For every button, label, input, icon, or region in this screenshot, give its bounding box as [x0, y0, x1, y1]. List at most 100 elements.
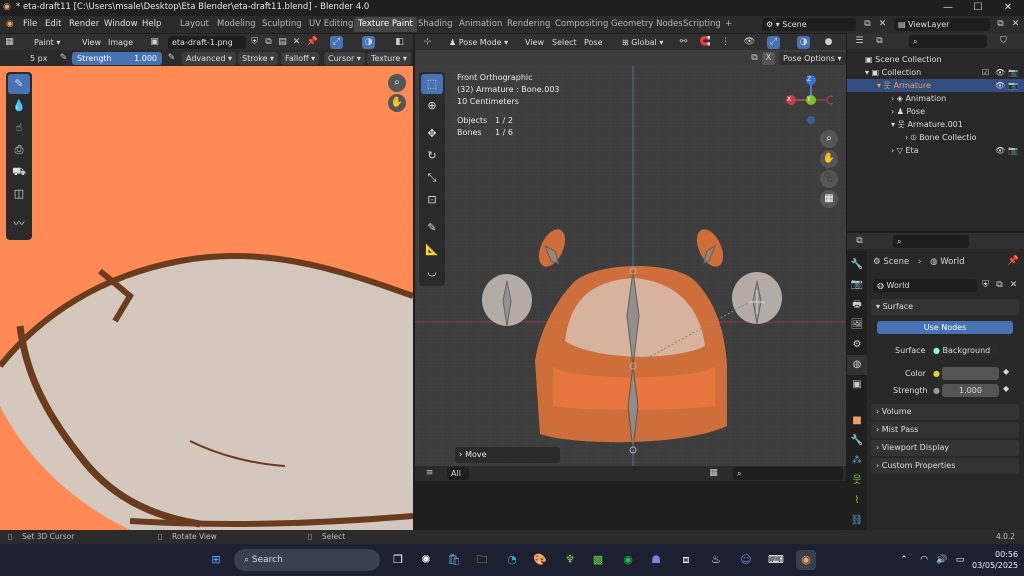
tab-geometry-nodes[interactable]: Geometry Nodes — [607, 17, 687, 32]
close-button[interactable]: ✕ — [996, 0, 1020, 16]
new-image-icon[interactable]: ⧉ — [262, 36, 275, 49]
eta-camera-icon[interactable]: 📷 — [1008, 144, 1018, 157]
view-layer-selector[interactable]: ▤ ViewLayer — [894, 18, 990, 31]
viewport-display-panel[interactable]: › Viewport Display — [871, 440, 1019, 456]
draw-brush-icon[interactable]: ✎ — [8, 74, 30, 94]
volume-panel[interactable]: › Volume — [871, 404, 1019, 420]
delete-view-layer-icon[interactable]: ✕ — [1009, 18, 1022, 31]
modifier-tab-icon[interactable]: 🔧 — [847, 431, 867, 451]
menu-edit[interactable]: Edit — [45, 16, 61, 33]
teams-icon[interactable]: ☗ — [646, 550, 666, 570]
krita-icon[interactable]: ♆ — [560, 550, 580, 570]
world-selector[interactable]: ◍ World — [873, 279, 977, 292]
outliner-collection[interactable]: ▾ ▣ Collection ☑ 👁 📷 — [847, 66, 1024, 79]
clock[interactable]: 00:56 03/05/2025 — [972, 549, 1018, 571]
visibility-icon[interactable]: 👁 — [743, 36, 756, 49]
camera-view-icon[interactable]: 🎥 — [820, 170, 838, 188]
outliner-pose[interactable]: › ♟ Pose — [847, 105, 1024, 118]
transform-affect-icon[interactable]: ⧉ — [748, 52, 761, 65]
discord-icon[interactable]: ☺ — [736, 550, 756, 570]
outliner-animation[interactable]: › ◈ Animation — [847, 92, 1024, 105]
outliner-eta[interactable]: › ▽ Eta 👁 📷 — [847, 144, 1024, 157]
wifi-icon[interactable]: ◠ — [914, 550, 934, 570]
viewport-pan-icon[interactable]: ✋ — [820, 150, 838, 168]
rotate-tool-icon[interactable]: ↻ — [421, 146, 443, 166]
output-tab-icon[interactable]: 🖶 — [847, 295, 867, 315]
chatgpt-icon[interactable]: ✺ — [416, 550, 436, 570]
annotate-icon[interactable]: 〰 — [8, 214, 30, 234]
minecraft-icon[interactable]: ▩ — [588, 550, 608, 570]
world-tab-icon[interactable]: ◍ — [847, 355, 867, 375]
file-explorer-icon[interactable]: 🗀 — [472, 550, 492, 570]
outliner-bone-collections[interactable]: › ⦶ Bone Collectio — [847, 131, 1024, 144]
menu-window[interactable]: Window — [104, 16, 138, 33]
falloff-dropdown[interactable]: Falloff ▾ — [281, 52, 320, 65]
image-canvas[interactable]: ✎ 💧 ☝ ⎙ ⛟ ◫ 〰 ⌕ ✋ — [0, 66, 413, 530]
clone-brush-icon[interactable]: ⎙ — [8, 140, 30, 160]
volume-icon[interactable]: 🔊 — [932, 550, 952, 570]
world-new-icon[interactable]: ⧉ — [993, 279, 1006, 292]
pivot-icon[interactable]: ⚯ — [677, 36, 690, 49]
screen-capture-icon[interactable]: ⧈ — [676, 550, 696, 570]
view-layer-tab-icon[interactable]: 🖼 — [847, 315, 867, 335]
strength-socket-icon[interactable]: ● — [933, 386, 940, 395]
viewport-select-menu[interactable]: Select — [552, 36, 577, 49]
data-tab-icon[interactable]: ⌇ — [847, 491, 867, 511]
color-socket-icon[interactable]: ● — [933, 369, 940, 378]
new-scene-icon[interactable]: ⧉ — [861, 18, 874, 31]
navigation-gizmo[interactable]: X Y Z — [783, 70, 836, 126]
all-filter-button[interactable]: All — [447, 467, 469, 480]
strength-field[interactable]: 1.000 — [942, 384, 999, 397]
overlay-toggle-icon[interactable]: ◑ — [362, 36, 375, 49]
pin-properties-icon[interactable]: 📌 — [1007, 255, 1020, 268]
shading-solid-icon[interactable]: ● — [822, 36, 835, 49]
collection-checkbox-icon[interactable]: ☑ — [982, 66, 989, 79]
battery-icon[interactable]: ▭ — [950, 550, 970, 570]
spotify-icon[interactable]: ◉ — [618, 550, 638, 570]
unlink-image-icon[interactable]: ✕ — [290, 36, 303, 49]
tab-layout[interactable]: Layout — [176, 17, 213, 32]
mask-brush-icon[interactable]: ◫ — [8, 184, 30, 204]
outliner-armature[interactable]: ▾ 웃 Armature 👁 📷 — [847, 79, 1024, 92]
maximize-button[interactable]: ☐ — [966, 0, 990, 16]
tab-uv-editing[interactable]: UV Editing — [305, 17, 357, 32]
outliner-armature-001[interactable]: ▾ 웃 Armature.001 — [847, 118, 1024, 131]
tab-compositing[interactable]: Compositing — [551, 17, 612, 32]
physics-tab-icon[interactable]: 웃 — [847, 471, 867, 491]
tray-chevron-icon[interactable]: ⌃ — [894, 550, 914, 570]
cursor-dropdown[interactable]: Cursor ▾ — [324, 52, 365, 65]
start-icon[interactable]: ⊞ — [206, 550, 226, 570]
open-image-icon[interactable]: ▤ — [276, 36, 289, 49]
smear-brush-icon[interactable]: ☝ — [8, 118, 30, 138]
advanced-dropdown[interactable]: Advanced ▾ — [182, 52, 237, 65]
new-view-layer-icon[interactable]: ⧉ — [994, 18, 1007, 31]
filter-icon[interactable]: ⛉ — [997, 35, 1010, 48]
annotate-tool-icon[interactable]: ✎ — [421, 218, 443, 238]
gizmo-toggle-icon[interactable]: ⤢ — [330, 36, 343, 49]
object-tab-icon[interactable]: ■ — [847, 411, 867, 431]
viewport-zoom-icon[interactable]: ⌕ — [820, 130, 838, 148]
display-channels-icon[interactable]: ◧ — [393, 36, 406, 49]
particles-tab-icon[interactable]: ⁂ — [847, 451, 867, 471]
menu-file[interactable]: File — [23, 16, 37, 33]
hamburger-icon[interactable]: ≡ — [423, 467, 436, 480]
add-workspace-button[interactable]: + — [721, 17, 736, 32]
edge-icon[interactable]: ◔ — [502, 550, 522, 570]
strength-slider[interactable]: Strength 1.000 — [72, 52, 162, 65]
display-mode-icon[interactable]: ⧉ — [873, 35, 886, 48]
tab-modeling[interactable]: Modeling — [213, 17, 260, 32]
snap-target-icon[interactable]: ⋮ — [719, 36, 732, 49]
tab-sculpting[interactable]: Sculpting — [258, 17, 306, 32]
x-mirror-button[interactable]: X — [762, 52, 775, 65]
transform-tool-icon[interactable]: ⊡ — [421, 190, 443, 210]
viewport-pose-menu[interactable]: Pose — [584, 36, 603, 49]
brush-radius[interactable]: 5 px — [30, 52, 47, 65]
menu-help[interactable]: Help — [142, 16, 161, 33]
surface-panel[interactable]: ▾ Surface — [871, 299, 1019, 315]
pose-mode-dropdown[interactable]: ♟ Pose Mode ▾ — [445, 36, 521, 49]
3d-viewport[interactable]: Front Orthographic (32) Armature : Bone.… — [415, 66, 846, 481]
move-tool-icon[interactable]: ✥ — [421, 124, 443, 144]
collection-tab-icon[interactable]: ▣ — [847, 375, 867, 395]
viewport-overlay-icon[interactable]: ◑ — [797, 36, 810, 49]
paint-mode-dropdown[interactable]: Paint ▾ — [30, 36, 72, 49]
